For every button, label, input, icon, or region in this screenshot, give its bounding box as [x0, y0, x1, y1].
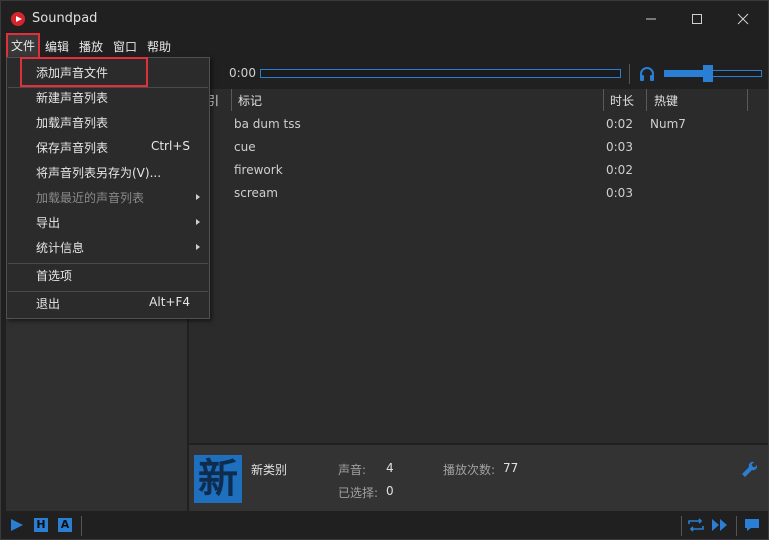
sounds-count-value: 4: [386, 461, 394, 475]
repeat-icon[interactable]: [687, 518, 705, 532]
column-divider[interactable]: [231, 89, 232, 111]
submenu-arrow-icon: [196, 244, 200, 250]
selected-count-value: 0: [386, 484, 394, 498]
sound-duration: 0:02: [606, 117, 633, 131]
toolbar-divider: [629, 64, 630, 84]
title-bar: Soundpad: [1, 1, 768, 37]
status-bar: H A: [1, 513, 768, 539]
volume-fill: [665, 71, 709, 76]
playback-progress-bar[interactable]: [260, 69, 621, 78]
menu-shortcut: Alt+F4: [149, 295, 190, 309]
column-hotkey[interactable]: 热键: [654, 92, 678, 109]
play-icon[interactable]: [10, 518, 24, 532]
menu-help[interactable]: 帮助: [147, 38, 171, 56]
sounds-count-label: 声音:: [338, 463, 367, 477]
menu-bar: 文件 编辑 播放 窗口 帮助: [1, 33, 768, 59]
menu-item-label: 新建声音列表: [36, 91, 109, 105]
playback-toolbar: 0:00: [189, 61, 768, 87]
chat-icon[interactable]: [744, 518, 760, 532]
close-icon: [737, 13, 749, 25]
menu-shortcut: Ctrl+S: [150, 139, 190, 153]
hotkey-toggle-button[interactable]: H: [34, 518, 48, 532]
submenu-arrow-icon: [196, 219, 200, 225]
menu-item-label: 退出: [36, 297, 61, 311]
menu-load-soundlist[interactable]: 加载声音列表: [8, 110, 208, 134]
menu-item-label: 保存声音列表: [36, 141, 109, 155]
menu-item-label: 导出: [36, 216, 61, 230]
column-divider[interactable]: [646, 89, 647, 111]
table-row[interactable]: firework 0:02: [189, 159, 768, 182]
menu-statistics[interactable]: 统计信息: [8, 235, 208, 259]
menu-edit[interactable]: 编辑: [45, 38, 69, 56]
category-info-panel: 新 新类别 声音: 4 已选择: 0 播放次数: 77: [189, 445, 768, 511]
play-count-label: 播放次数:: [443, 463, 496, 477]
submenu-arrow-icon: [196, 194, 200, 200]
menu-file[interactable]: 文件: [6, 33, 40, 59]
status-divider: [736, 516, 737, 536]
soundpad-logo-icon: [11, 12, 25, 26]
sound-duration: 0:03: [606, 186, 633, 200]
volume-slider[interactable]: [664, 65, 762, 82]
sound-duration: 0:03: [606, 140, 633, 154]
window-title: Soundpad: [32, 11, 98, 26]
table-row[interactable]: cue 0:03: [189, 136, 768, 159]
menu-item-label: 将声音列表另存为(V)...: [36, 166, 162, 180]
menu-item-label: 加载声音列表: [36, 116, 109, 130]
menu-item-label: 首选项: [36, 269, 73, 283]
menu-play[interactable]: 播放: [79, 38, 103, 56]
menu-add-sound-file[interactable]: 添加声音文件: [20, 57, 148, 87]
status-divider: [681, 516, 682, 536]
category-badge: 新: [194, 455, 242, 503]
category-name: 新类别: [251, 463, 288, 477]
column-title[interactable]: 标记: [238, 92, 262, 109]
menu-item-label: 添加声音文件: [36, 66, 109, 80]
soundpad-window: Soundpad 文件 编辑 播放 窗口 帮助 0:00 引 标记 时长 热键 …: [0, 0, 769, 540]
maximize-button[interactable]: [674, 1, 720, 37]
menu-exit[interactable]: 退出 Alt+F4: [8, 291, 208, 315]
wrench-icon[interactable]: [739, 459, 757, 477]
sound-title: scream: [234, 186, 278, 200]
headphones-icon[interactable]: [638, 65, 656, 83]
close-button[interactable]: [720, 1, 766, 37]
status-divider: [81, 516, 82, 536]
skip-forward-icon[interactable]: [711, 518, 729, 532]
sound-duration: 0:02: [606, 163, 633, 177]
table-row[interactable]: scream 0:03: [189, 182, 768, 205]
file-menu-dropdown: 添加声音文件 新建声音列表 加载声音列表 保存声音列表 Ctrl+S 将声音列表…: [6, 57, 210, 319]
sound-hotkey: Num7: [650, 117, 686, 131]
elapsed-time: 0:00: [229, 66, 256, 80]
menu-export[interactable]: 导出: [8, 210, 208, 234]
sound-title: ba dum tss: [234, 117, 301, 131]
sound-list: 引 标记 时长 热键 ba dum tss 0:02 Num7 cue 0:03…: [189, 89, 768, 443]
auto-toggle-button[interactable]: A: [58, 518, 72, 532]
column-divider[interactable]: [603, 89, 604, 111]
minimize-icon: [646, 18, 656, 20]
menu-preferences[interactable]: 首选项: [8, 263, 208, 287]
menu-item-label: 统计信息: [36, 241, 85, 255]
sound-title: cue: [234, 140, 256, 154]
sound-title: firework: [234, 163, 283, 177]
minimize-button[interactable]: [628, 1, 674, 37]
menu-new-soundlist[interactable]: 新建声音列表: [8, 85, 208, 109]
menu-recent-soundlists: 加载最近的声音列表: [8, 185, 208, 209]
menu-save-soundlist-as[interactable]: 将声音列表另存为(V)...: [8, 160, 208, 184]
menu-save-soundlist[interactable]: 保存声音列表 Ctrl+S: [8, 135, 208, 159]
table-header: 引 标记 时长 热键: [189, 89, 768, 111]
column-duration[interactable]: 时长: [610, 92, 634, 109]
table-row[interactable]: ba dum tss 0:02 Num7: [189, 113, 768, 136]
column-divider[interactable]: [747, 89, 748, 111]
selected-count-label: 已选择:: [338, 486, 379, 500]
menu-window[interactable]: 窗口: [113, 38, 137, 56]
volume-handle[interactable]: [703, 65, 714, 82]
maximize-icon: [692, 14, 702, 24]
menu-item-label: 加载最近的声音列表: [36, 191, 145, 205]
play-count-value: 77: [503, 461, 519, 475]
